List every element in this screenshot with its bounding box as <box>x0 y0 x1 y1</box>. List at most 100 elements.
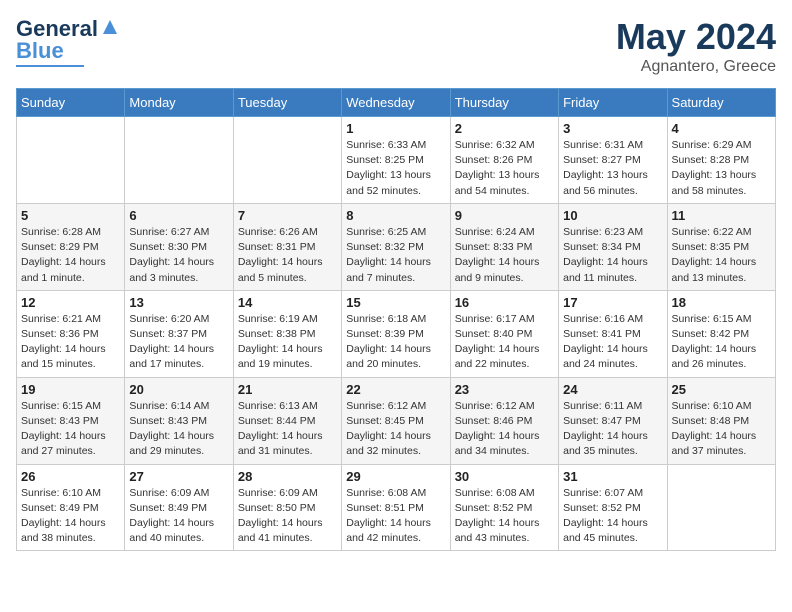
day-number: 7 <box>238 208 337 223</box>
calendar-cell <box>17 117 125 204</box>
day-info: Sunrise: 6:08 AM Sunset: 8:51 PM Dayligh… <box>346 486 445 547</box>
calendar-cell <box>233 117 341 204</box>
calendar-cell: 13Sunrise: 6:20 AM Sunset: 8:37 PM Dayli… <box>125 290 233 377</box>
day-info: Sunrise: 6:09 AM Sunset: 8:50 PM Dayligh… <box>238 486 337 547</box>
calendar-week-row: 12 Sunrise: 6:21 AM Sunset: 8:36 PM Dayli… <box>17 290 776 377</box>
calendar-cell: 9 Sunrise: 6:24 AM Sunset: 8:33 PM Daylig… <box>450 203 558 290</box>
calendar-cell: 3 Sunrise: 6:31 AM Sunset: 8:27 PM Daylig… <box>559 117 667 204</box>
day-info: Sunrise: 6:31 AM Sunset: 8:27 PM Dayligh… <box>563 138 662 199</box>
day-info: Sunrise: 6:33 AM Sunset: 8:25 PM Dayligh… <box>346 138 445 199</box>
day-info: Sunrise: 6:28 AM Sunset: 8:29 PM Dayligh… <box>21 225 120 286</box>
day-number: 10 <box>563 208 662 223</box>
page-header: General Blue May 2024 Agnantero, Greece <box>16 16 776 76</box>
calendar-cell: 18 Sunrise: 6:15 AM Sunset: 8:42 PM Dayli… <box>667 290 775 377</box>
day-number: 14 <box>238 295 337 310</box>
weekday-thursday: Thursday <box>450 89 558 117</box>
calendar-cell: 20Sunrise: 6:14 AM Sunset: 8:43 PM Dayli… <box>125 377 233 464</box>
day-info: Sunrise: 6:07 AM Sunset: 8:52 PM Dayligh… <box>563 486 662 547</box>
day-number: 9 <box>455 208 554 223</box>
day-number: 19 <box>21 382 120 397</box>
calendar-cell: 6Sunrise: 6:27 AM Sunset: 8:30 PM Daylig… <box>125 203 233 290</box>
logo-triangle-icon <box>99 16 121 38</box>
day-number: 3 <box>563 121 662 136</box>
day-number: 8 <box>346 208 445 223</box>
day-number: 1 <box>346 121 445 136</box>
calendar-cell: 31Sunrise: 6:07 AM Sunset: 8:52 PM Dayli… <box>559 464 667 551</box>
day-info: Sunrise: 6:12 AM Sunset: 8:45 PM Dayligh… <box>346 399 445 460</box>
calendar-cell: 27Sunrise: 6:09 AM Sunset: 8:49 PM Dayli… <box>125 464 233 551</box>
calendar-week-row: 1 Sunrise: 6:33 AM Sunset: 8:25 PM Daylig… <box>17 117 776 204</box>
day-info: Sunrise: 6:32 AM Sunset: 8:26 PM Dayligh… <box>455 138 554 199</box>
weekday-tuesday: Tuesday <box>233 89 341 117</box>
day-number: 23 <box>455 382 554 397</box>
day-number: 11 <box>672 208 771 223</box>
day-number: 4 <box>672 121 771 136</box>
day-number: 18 <box>672 295 771 310</box>
day-info: Sunrise: 6:23 AM Sunset: 8:34 PM Dayligh… <box>563 225 662 286</box>
calendar-cell: 21 Sunrise: 6:13 AM Sunset: 8:44 PM Dayli… <box>233 377 341 464</box>
day-info: Sunrise: 6:10 AM Sunset: 8:48 PM Dayligh… <box>672 399 771 460</box>
day-info: Sunrise: 6:24 AM Sunset: 8:33 PM Dayligh… <box>455 225 554 286</box>
calendar-cell: 19 Sunrise: 6:15 AM Sunset: 8:43 PM Dayli… <box>17 377 125 464</box>
day-info: Sunrise: 6:11 AM Sunset: 8:47 PM Dayligh… <box>563 399 662 460</box>
weekday-monday: Monday <box>125 89 233 117</box>
day-number: 2 <box>455 121 554 136</box>
logo-underline <box>16 65 84 67</box>
day-number: 12 <box>21 295 120 310</box>
calendar-week-row: 5 Sunrise: 6:28 AM Sunset: 8:29 PM Daylig… <box>17 203 776 290</box>
calendar-cell <box>125 117 233 204</box>
day-info: Sunrise: 6:18 AM Sunset: 8:39 PM Dayligh… <box>346 312 445 373</box>
day-info: Sunrise: 6:15 AM Sunset: 8:43 PM Dayligh… <box>21 399 120 460</box>
day-number: 26 <box>21 469 120 484</box>
day-info: Sunrise: 6:14 AM Sunset: 8:43 PM Dayligh… <box>129 399 228 460</box>
day-number: 5 <box>21 208 120 223</box>
day-number: 30 <box>455 469 554 484</box>
calendar-cell: 7 Sunrise: 6:26 AM Sunset: 8:31 PM Daylig… <box>233 203 341 290</box>
day-info: Sunrise: 6:12 AM Sunset: 8:46 PM Dayligh… <box>455 399 554 460</box>
weekday-sunday: Sunday <box>17 89 125 117</box>
day-number: 21 <box>238 382 337 397</box>
calendar-cell: 11 Sunrise: 6:22 AM Sunset: 8:35 PM Dayli… <box>667 203 775 290</box>
calendar-cell: 12 Sunrise: 6:21 AM Sunset: 8:36 PM Dayli… <box>17 290 125 377</box>
day-info: Sunrise: 6:26 AM Sunset: 8:31 PM Dayligh… <box>238 225 337 286</box>
day-info: Sunrise: 6:15 AM Sunset: 8:42 PM Dayligh… <box>672 312 771 373</box>
calendar-title: May 2024 <box>616 16 776 58</box>
day-number: 17 <box>563 295 662 310</box>
day-info: Sunrise: 6:19 AM Sunset: 8:38 PM Dayligh… <box>238 312 337 373</box>
day-info: Sunrise: 6:29 AM Sunset: 8:28 PM Dayligh… <box>672 138 771 199</box>
calendar-cell: 2 Sunrise: 6:32 AM Sunset: 8:26 PM Daylig… <box>450 117 558 204</box>
calendar-cell: 30 Sunrise: 6:08 AM Sunset: 8:52 PM Dayli… <box>450 464 558 551</box>
day-info: Sunrise: 6:09 AM Sunset: 8:49 PM Dayligh… <box>129 486 228 547</box>
day-number: 25 <box>672 382 771 397</box>
weekday-wednesday: Wednesday <box>342 89 450 117</box>
calendar-cell: 24 Sunrise: 6:11 AM Sunset: 8:47 PM Dayli… <box>559 377 667 464</box>
day-info: Sunrise: 6:22 AM Sunset: 8:35 PM Dayligh… <box>672 225 771 286</box>
calendar-cell: 14 Sunrise: 6:19 AM Sunset: 8:38 PM Dayli… <box>233 290 341 377</box>
calendar-cell: 16Sunrise: 6:17 AM Sunset: 8:40 PM Dayli… <box>450 290 558 377</box>
calendar-cell: 28Sunrise: 6:09 AM Sunset: 8:50 PM Dayli… <box>233 464 341 551</box>
day-number: 24 <box>563 382 662 397</box>
day-info: Sunrise: 6:17 AM Sunset: 8:40 PM Dayligh… <box>455 312 554 373</box>
day-number: 29 <box>346 469 445 484</box>
day-number: 22 <box>346 382 445 397</box>
weekday-saturday: Saturday <box>667 89 775 117</box>
day-info: Sunrise: 6:08 AM Sunset: 8:52 PM Dayligh… <box>455 486 554 547</box>
day-info: Sunrise: 6:16 AM Sunset: 8:41 PM Dayligh… <box>563 312 662 373</box>
title-block: May 2024 Agnantero, Greece <box>616 16 776 76</box>
calendar-cell: 5 Sunrise: 6:28 AM Sunset: 8:29 PM Daylig… <box>17 203 125 290</box>
calendar-week-row: 19 Sunrise: 6:15 AM Sunset: 8:43 PM Dayli… <box>17 377 776 464</box>
logo-blue-text: Blue <box>16 38 64 64</box>
day-info: Sunrise: 6:13 AM Sunset: 8:44 PM Dayligh… <box>238 399 337 460</box>
day-info: Sunrise: 6:25 AM Sunset: 8:32 PM Dayligh… <box>346 225 445 286</box>
day-info: Sunrise: 6:10 AM Sunset: 8:49 PM Dayligh… <box>21 486 120 547</box>
calendar-cell <box>667 464 775 551</box>
day-number: 15 <box>346 295 445 310</box>
day-number: 13 <box>129 295 228 310</box>
calendar-cell: 15 Sunrise: 6:18 AM Sunset: 8:39 PM Dayli… <box>342 290 450 377</box>
calendar-cell: 29 Sunrise: 6:08 AM Sunset: 8:51 PM Dayli… <box>342 464 450 551</box>
calendar-cell: 25 Sunrise: 6:10 AM Sunset: 8:48 PM Dayli… <box>667 377 775 464</box>
day-info: Sunrise: 6:21 AM Sunset: 8:36 PM Dayligh… <box>21 312 120 373</box>
day-number: 6 <box>129 208 228 223</box>
weekday-header-row: SundayMondayTuesdayWednesdayThursdayFrid… <box>17 89 776 117</box>
calendar-cell: 1 Sunrise: 6:33 AM Sunset: 8:25 PM Daylig… <box>342 117 450 204</box>
